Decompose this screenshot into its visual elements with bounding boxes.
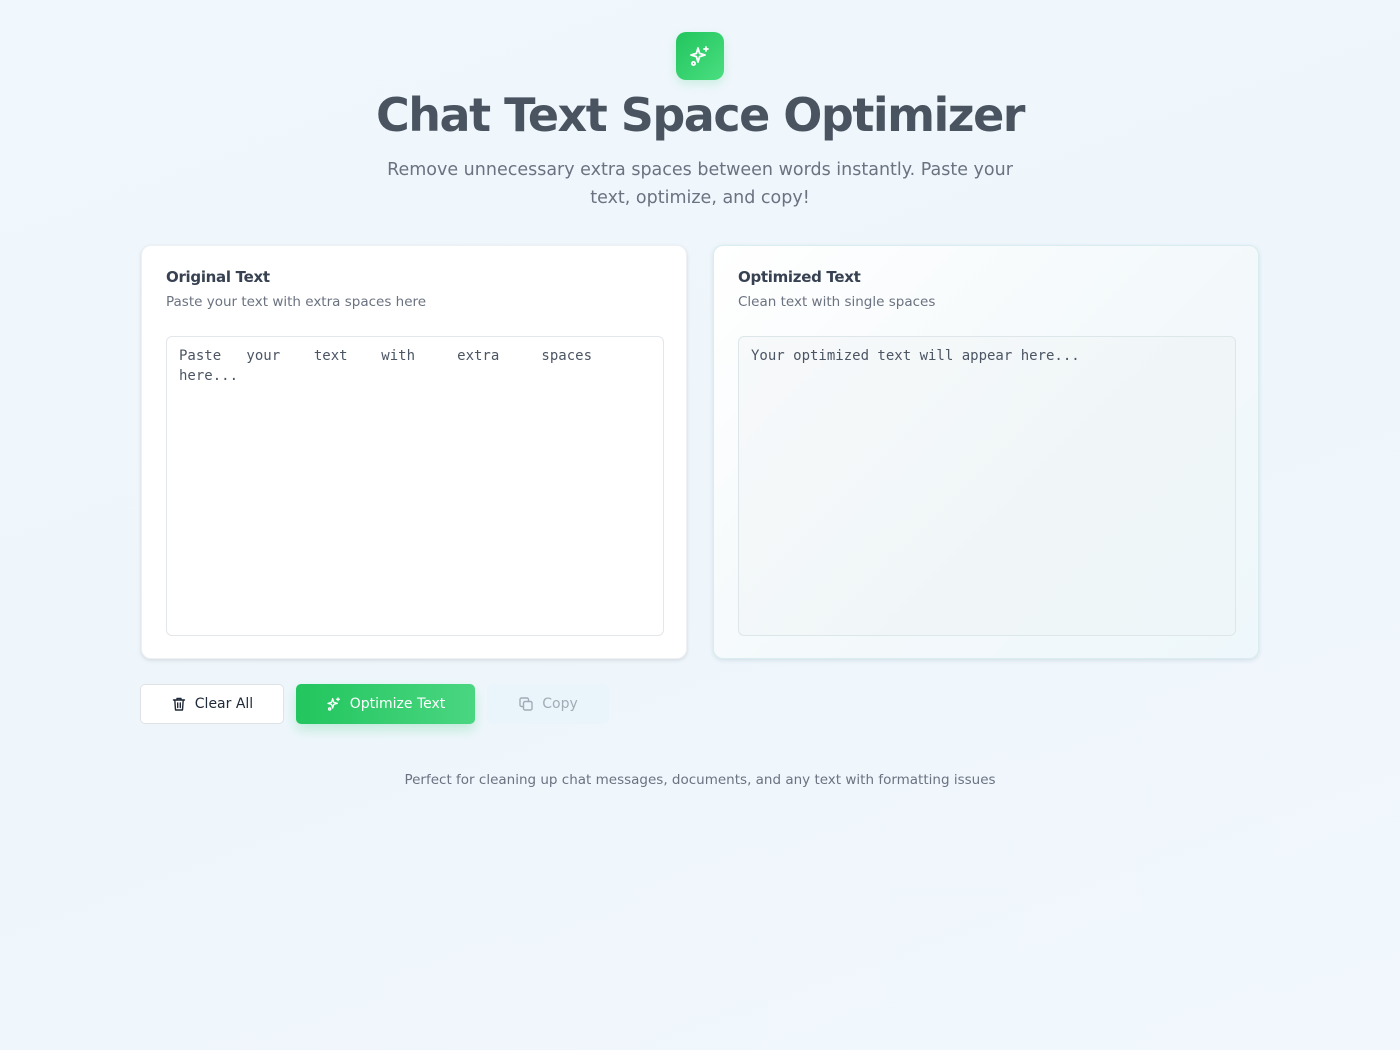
clear-all-button[interactable]: Clear All xyxy=(140,684,284,724)
trash-icon xyxy=(171,696,187,712)
clear-all-label: Clear All xyxy=(194,696,254,712)
optimized-text-card: Optimized Text Clean text with single sp… xyxy=(713,245,1259,659)
page-title: Chat Text Space Optimizer xyxy=(376,88,1025,142)
original-text-description: Paste your text with extra spaces here xyxy=(166,294,427,310)
original-text-input[interactable] xyxy=(166,336,664,636)
page-subtitle: Remove unnecessary extra spaces between … xyxy=(387,160,1013,208)
original-text-card: Original Text Paste your text with extra… xyxy=(141,245,687,659)
optimized-text-description: Clean text with single spaces xyxy=(738,294,936,310)
optimized-text-output[interactable] xyxy=(738,336,1236,636)
footer-note: Perfect for cleaning up chat messages, d… xyxy=(404,772,996,788)
optimized-text-title: Optimized Text xyxy=(738,268,861,286)
copy-button[interactable]: Copy xyxy=(487,684,609,724)
optimize-text-button[interactable]: Optimize Text xyxy=(296,684,475,724)
original-text-title: Original Text xyxy=(166,268,270,286)
sparkles-icon xyxy=(688,44,712,68)
copy-icon xyxy=(518,696,534,712)
optimize-text-label: Optimize Text xyxy=(349,696,446,712)
copy-label: Copy xyxy=(542,696,578,712)
sparkles-icon xyxy=(326,696,342,712)
app-logo xyxy=(676,32,724,80)
